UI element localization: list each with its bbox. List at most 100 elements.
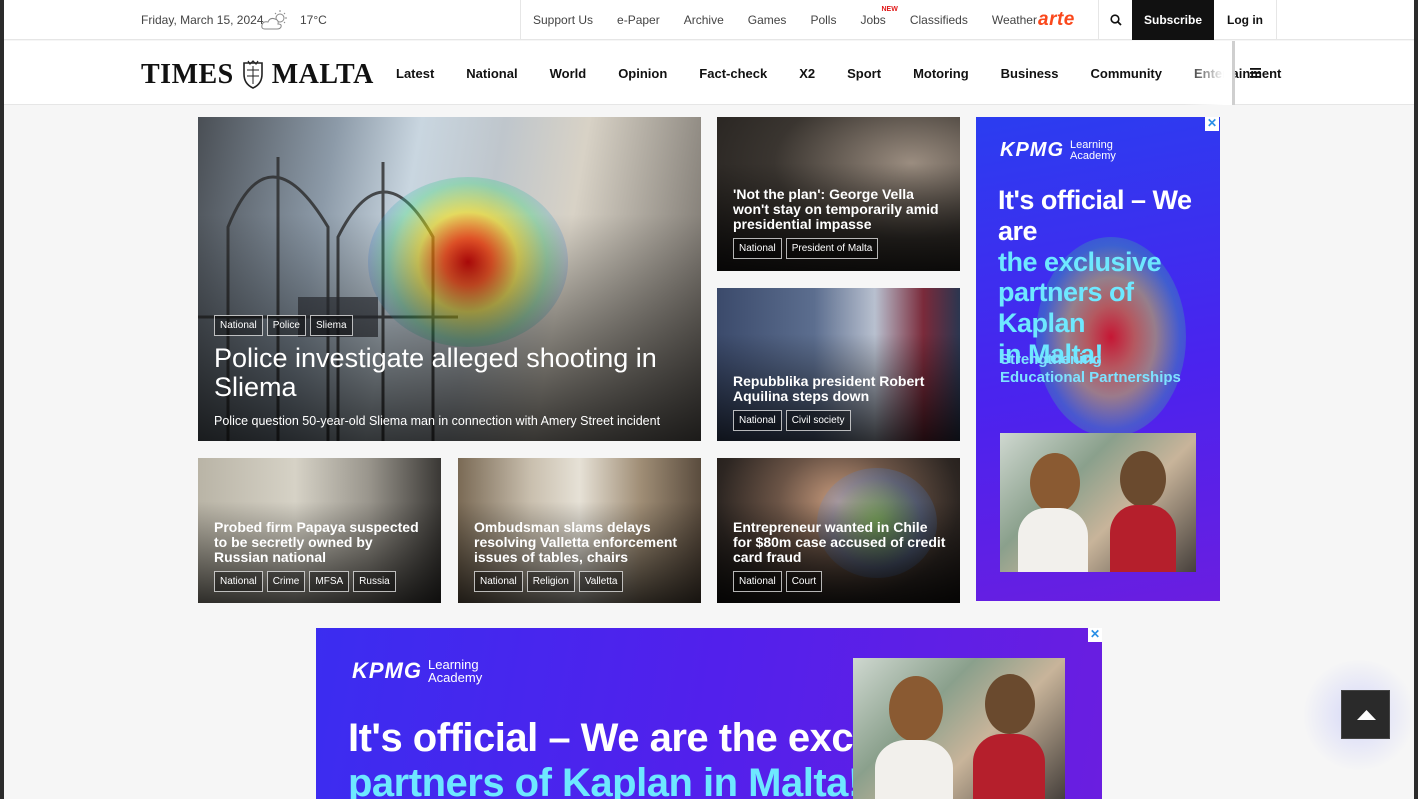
lead-article-card[interactable]: National Police Sliema Police investigat… [198, 117, 701, 441]
tag-religion[interactable]: Religion [526, 571, 575, 593]
tag-national[interactable]: National [474, 571, 523, 593]
article-headline-papaya[interactable]: Probed firm Papaya suspected to be secre… [214, 519, 427, 565]
tag-national[interactable]: National [214, 315, 263, 336]
games-link[interactable]: Games [736, 13, 799, 27]
brand-sub-2: Academy [1070, 150, 1116, 162]
tag-national[interactable]: National [214, 571, 263, 593]
tag-national[interactable]: National [733, 410, 782, 432]
ad-close-icon[interactable]: ✕ [1205, 117, 1219, 131]
arrow-up-icon [1357, 710, 1376, 720]
kpmg-side-ad[interactable]: ✕ KPMG Learning Academy It's official – … [976, 117, 1220, 601]
hamburger-menu-icon[interactable] [1246, 63, 1266, 83]
ad-subline-1: Strengthening [1000, 351, 1102, 368]
article-card-vella[interactable]: 'Not the plan': George Vella won't stay … [717, 117, 960, 271]
lead-article-subhead: Police question 50-year-old Sliema man i… [214, 414, 661, 429]
learning-academy-label: Learning Academy [1070, 140, 1116, 162]
support-us-link[interactable]: Support Us [521, 13, 605, 27]
nav-opinion[interactable]: Opinion [602, 66, 683, 81]
article-text-aquilina: Repubblika president Robert Aquilina ste… [733, 373, 946, 432]
kpmg-brand: KPMG [1000, 139, 1064, 161]
article-tags-vella: National President of Malta [733, 238, 946, 260]
classifieds-link[interactable]: Classifieds [898, 13, 980, 27]
nav-national[interactable]: National [450, 66, 533, 81]
ad-headline-1: It's official – We are [998, 185, 1192, 246]
tag-valletta[interactable]: Valletta [578, 571, 624, 593]
tag-russia[interactable]: Russia [353, 571, 396, 593]
times-of-malta-logo[interactable]: TIMES MALTA [141, 59, 374, 91]
section-menu: Latest National World Opinion Fact-check… [380, 41, 1297, 105]
nav-x2[interactable]: X2 [783, 66, 831, 81]
scroll-to-top-button[interactable] [1341, 690, 1390, 739]
article-headline-vella[interactable]: 'Not the plan': George Vella won't stay … [733, 186, 946, 232]
lead-article-headline[interactable]: Police investigate alleged shooting in S… [214, 343, 687, 402]
article-text-papaya: Probed firm Papaya suspected to be secre… [214, 519, 427, 593]
tag-crime[interactable]: Crime [266, 571, 306, 593]
article-card-ombudsman[interactable]: Ombudsman slams delays resolving Vallett… [458, 458, 701, 603]
nav-motoring[interactable]: Motoring [897, 66, 985, 81]
archive-link[interactable]: Archive [672, 13, 736, 27]
ad-subline-2: Educational Partnerships [1000, 369, 1181, 386]
article-card-chile[interactable]: Entrepreneur wanted in Chile for $80m ca… [717, 458, 960, 603]
article-headline-chile[interactable]: Entrepreneur wanted in Chile for $80m ca… [733, 519, 946, 565]
brand-sub-2: Academy [428, 670, 483, 685]
article-text-ombudsman: Ombudsman slams delays resolving Vallett… [474, 519, 687, 593]
lead-article-text: National Police Sliema Police investigat… [214, 315, 687, 428]
article-tags-papaya: National Crime MFSA Russia [214, 571, 427, 593]
tag-national[interactable]: National [733, 571, 782, 593]
ad-photo [1000, 433, 1196, 572]
article-card-aquilina[interactable]: Repubblika president Robert Aquilina ste… [717, 288, 960, 441]
main-navigation: TIMES MALTA Latest National World Opinio… [4, 41, 1414, 105]
ad-headline: It's official – We are the exclusive par… [998, 185, 1220, 370]
tag-mfsa[interactable]: MFSA [309, 571, 350, 593]
crest-icon [242, 60, 263, 89]
tag-civil-society[interactable]: Civil society [785, 410, 851, 432]
top-bar: Friday, March 15, 2024 17°C Support Us e… [4, 0, 1414, 40]
kpmg-brand: KPMG [352, 658, 422, 683]
tag-court[interactable]: Court [785, 571, 823, 593]
ad-headline-2: the exclusive [998, 246, 1162, 277]
ad-photo [853, 658, 1065, 799]
ad-headline-3: partners of Kaplan [998, 277, 1134, 339]
lead-article-tags: National Police Sliema [214, 315, 687, 336]
nav-sport[interactable]: Sport [831, 66, 897, 81]
article-text-vella: 'Not the plan': George Vella won't stay … [733, 186, 946, 260]
jobs-link-label: Jobs [860, 13, 886, 27]
nav-latest[interactable]: Latest [380, 66, 450, 81]
logo-text-right: MALTA [271, 59, 374, 90]
learning-academy-label: Learning Academy [428, 658, 482, 684]
kpmg-logo: KPMG Learning Academy [352, 658, 482, 684]
kpmg-logo: KPMG Learning Academy [1000, 139, 1116, 162]
utility-links: Support Us e-Paper Archive Games Polls J… [520, 0, 1049, 40]
temperature: 17°C [300, 13, 327, 27]
logo-text-left: TIMES [141, 59, 234, 90]
ad-subline: Strengthening Educational Partnerships [1000, 351, 1181, 387]
polls-link[interactable]: Polls [798, 13, 848, 27]
article-headline-ombudsman[interactable]: Ombudsman slams delays resolving Vallett… [474, 519, 687, 565]
login-button[interactable]: Log in [1214, 0, 1277, 40]
search-icon [1109, 14, 1122, 26]
nav-world[interactable]: World [534, 66, 603, 81]
nav-business[interactable]: Business [985, 66, 1075, 81]
subscribe-button[interactable]: Subscribe [1132, 0, 1214, 40]
arte-logo[interactable]: arte [1038, 9, 1075, 31]
tag-president-of-malta[interactable]: President of Malta [785, 238, 879, 260]
article-tags-chile: National Court [733, 571, 946, 593]
tag-national[interactable]: National [733, 238, 782, 260]
current-date: Friday, March 15, 2024 [141, 13, 264, 27]
ad-close-icon[interactable]: ✕ [1088, 628, 1102, 642]
article-text-chile: Entrepreneur wanted in Chile for $80m ca… [733, 519, 946, 593]
nav-divider [1232, 41, 1235, 105]
search-button[interactable] [1098, 0, 1132, 40]
jobs-link[interactable]: Jobs NEW [848, 6, 897, 27]
tag-police[interactable]: Police [266, 315, 306, 336]
new-badge: NEW [881, 6, 898, 13]
partly-cloudy-icon [261, 10, 287, 30]
article-headline-aquilina[interactable]: Repubblika president Robert Aquilina ste… [733, 373, 946, 404]
nav-fact-check[interactable]: Fact-check [683, 66, 783, 81]
nav-community[interactable]: Community [1074, 66, 1178, 81]
article-card-papaya[interactable]: Probed firm Papaya suspected to be secre… [198, 458, 441, 603]
kpmg-bottom-ad[interactable]: ✕ KPMG Learning Academy It's official – … [316, 628, 1102, 799]
nav-fade [1184, 41, 1234, 105]
epaper-link[interactable]: e-Paper [605, 13, 672, 27]
tag-sliema[interactable]: Sliema [309, 315, 353, 336]
